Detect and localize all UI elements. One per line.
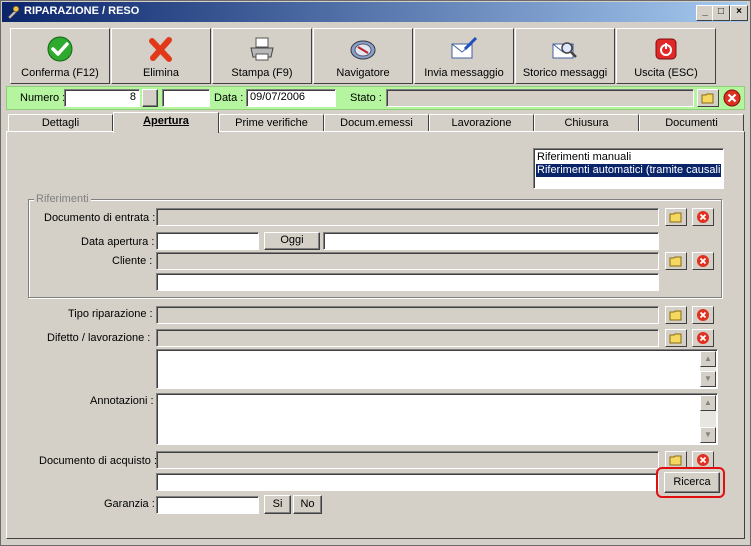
garanzia-label: Garanzia : (104, 498, 155, 510)
mail-send-icon (451, 36, 478, 59)
tipo-riparazione-input[interactable] (156, 306, 659, 324)
annotazioni-textarea[interactable]: ▲ ▼ (156, 393, 718, 445)
stato-input[interactable] (386, 89, 694, 107)
data-apertura-label: Data apertura : (81, 236, 155, 248)
garanzia-input[interactable] (156, 496, 259, 514)
clear-red-icon (697, 454, 709, 466)
folder-icon (669, 310, 682, 321)
data-apertura-note-input[interactable] (323, 232, 659, 250)
folder-icon (669, 455, 682, 466)
app-icon (7, 5, 20, 19)
scroll-down-icon[interactable]: ▼ (700, 427, 716, 443)
difetto-textarea[interactable]: ▲ ▼ (156, 349, 718, 389)
uscita-button[interactable]: Uscita (ESC) (616, 28, 716, 84)
riferimenti-listbox[interactable]: Riferimenti manuali Riferimenti automati… (533, 148, 724, 189)
clear-red-icon (723, 89, 741, 107)
tab-strip: Dettagli Apertura Prime verifiche Docum.… (6, 112, 745, 133)
folder-icon (669, 333, 682, 344)
navigatore-label: Navigatore (336, 67, 390, 79)
difetto-input[interactable] (156, 329, 659, 347)
title-bar: RIPARAZIONE / RESO _ □ × (2, 2, 748, 22)
annotazioni-label: Annotazioni : (90, 395, 154, 407)
clear-red-icon (697, 255, 709, 267)
tab-chiusura[interactable]: Chiusura (534, 114, 639, 132)
power-exit-icon (655, 38, 677, 60)
data-input[interactable]: 09/07/2006 (246, 89, 336, 107)
scrollbar[interactable]: ▲ ▼ (700, 351, 716, 387)
documento-acquisto-label: Documento di acquisto : (39, 455, 158, 467)
cliente-label: Cliente : (112, 255, 153, 267)
window-title: RIPARAZIONE / RESO (24, 5, 140, 17)
tab-lavorazione[interactable]: Lavorazione (429, 114, 534, 132)
folder-icon (701, 93, 714, 104)
documento-acquisto-detail-input[interactable] (156, 473, 659, 491)
maximize-button[interactable]: □ (712, 5, 730, 21)
delete-x-icon (149, 37, 172, 62)
invia-messaggio-button[interactable]: Invia messaggio (414, 28, 514, 84)
invia-messaggio-label: Invia messaggio (424, 67, 504, 79)
scroll-up-icon[interactable]: ▲ (700, 395, 716, 411)
documento-entrata-open-button[interactable] (665, 208, 687, 226)
riferimenti-group-label: Riferimenti (34, 193, 91, 205)
storico-messaggi-button[interactable]: Storico messaggi (515, 28, 615, 84)
uscita-label: Uscita (ESC) (634, 67, 698, 79)
tab-dettagli[interactable]: Dettagli (8, 114, 113, 132)
numero-suffix-input[interactable] (162, 89, 210, 107)
clear-red-icon (697, 211, 709, 223)
documento-entrata-clear-button[interactable] (692, 208, 714, 226)
cliente-open-button[interactable] (665, 252, 687, 270)
folder-icon (669, 256, 682, 267)
data-label: Data : (214, 92, 244, 104)
tab-docum-emessi[interactable]: Docum.emessi (324, 114, 429, 132)
stato-label: Stato : (350, 92, 382, 104)
tab-apertura[interactable]: Apertura (113, 112, 219, 133)
printer-icon (250, 37, 274, 61)
tipo-riparazione-open-button[interactable] (665, 306, 687, 324)
toolbar: Conferma (F12) Elimina Stampa (F9) Navig… (4, 24, 747, 84)
tipo-riparazione-label: Tipo riparazione : (68, 308, 153, 320)
numero-lookup-button[interactable] (142, 89, 158, 107)
ricerca-button[interactable]: Ricerca (664, 472, 720, 493)
clear-red-icon (697, 332, 709, 344)
list-item-selected[interactable]: Riferimenti automatici (tramite causali … (536, 164, 721, 177)
documento-entrata-label: Documento di entrata : (44, 212, 156, 224)
cliente-input[interactable] (156, 252, 659, 270)
scroll-up-icon[interactable]: ▲ (700, 351, 716, 367)
elimina-label: Elimina (142, 67, 180, 79)
stato-clear-button[interactable] (723, 89, 741, 107)
oggi-button[interactable]: Oggi (264, 232, 320, 250)
difetto-label: Difetto / lavorazione : (47, 332, 151, 344)
conferma-label: Conferma (F12) (21, 67, 99, 79)
numero-label: Numero : (20, 92, 66, 104)
checkmark-icon (47, 36, 73, 62)
documento-entrata-input[interactable] (156, 208, 659, 226)
si-button[interactable]: Si (264, 495, 291, 514)
list-item[interactable]: Riferimenti manuali (536, 151, 721, 164)
stampa-label: Stampa (F9) (231, 67, 293, 79)
clear-red-icon (697, 309, 709, 321)
elimina-button[interactable]: Elimina (111, 28, 211, 84)
stampa-button[interactable]: Stampa (F9) (212, 28, 312, 84)
difetto-clear-button[interactable] (692, 329, 714, 347)
data-apertura-input[interactable] (156, 232, 259, 250)
tab-prime-verifiche[interactable]: Prime verifiche (219, 114, 324, 132)
no-button[interactable]: No (293, 495, 322, 514)
numero-input[interactable]: 8 (64, 89, 140, 107)
difetto-open-button[interactable] (665, 329, 687, 347)
navigatore-button[interactable]: Navigatore (313, 28, 413, 84)
tipo-riparazione-clear-button[interactable] (692, 306, 714, 324)
stato-open-button[interactable] (697, 89, 719, 107)
close-window-button[interactable]: × (730, 5, 748, 21)
storico-messaggi-label: Storico messaggi (522, 67, 608, 79)
scroll-down-icon[interactable]: ▼ (700, 371, 716, 387)
cliente-clear-button[interactable] (692, 252, 714, 270)
conferma-button[interactable]: Conferma (F12) (10, 28, 110, 84)
compass-icon (350, 40, 376, 60)
folder-icon (669, 212, 682, 223)
cliente-detail-input[interactable] (156, 273, 659, 291)
tab-documenti[interactable]: Documenti (639, 114, 744, 132)
scrollbar[interactable]: ▲ ▼ (700, 395, 716, 443)
documento-acquisto-input[interactable] (156, 451, 659, 469)
mail-search-icon (552, 42, 577, 59)
